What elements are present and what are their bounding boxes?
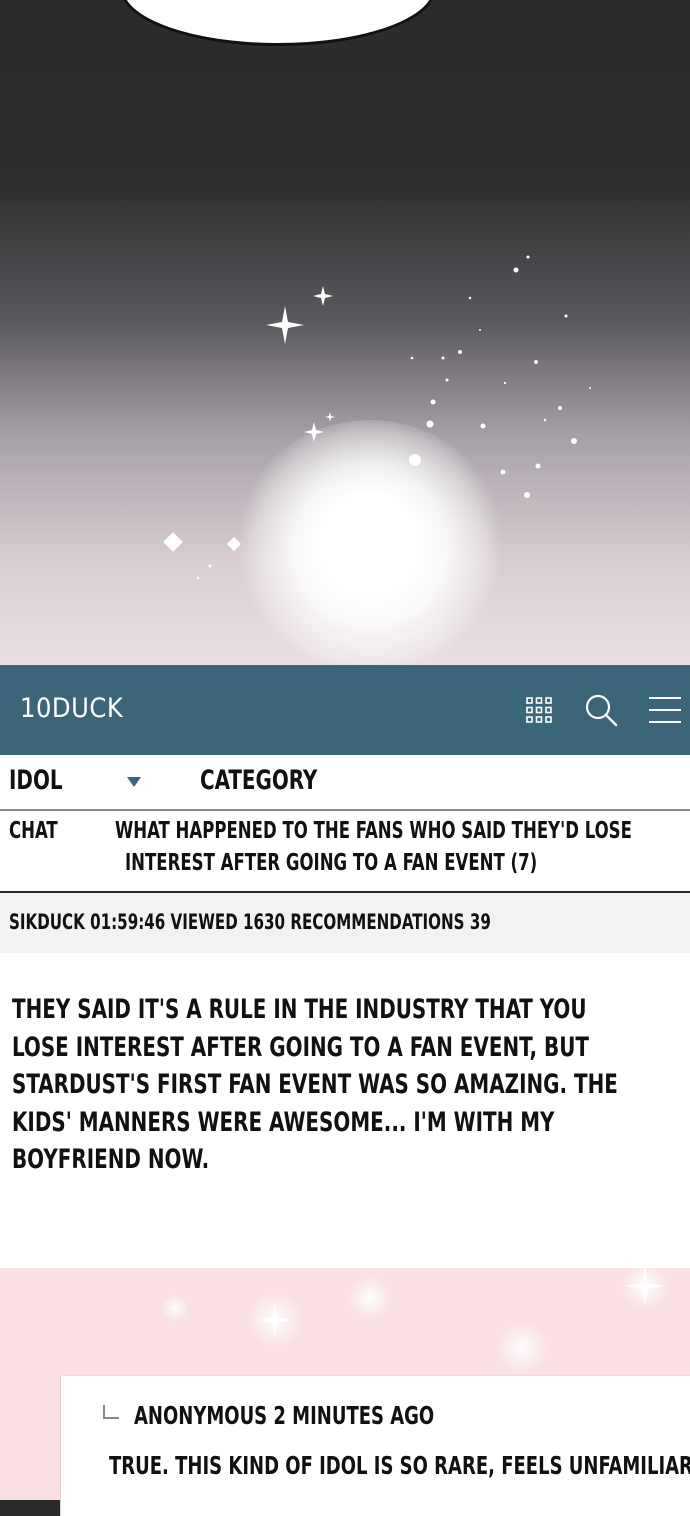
post-body: THEY SAID IT'S A RULE IN THE INDUSTRY TH…: [0, 953, 690, 1268]
category-label[interactable]: CATEGORY: [200, 765, 317, 796]
background-illustration: [0, 0, 690, 665]
post-body-line: LOSE INTEREST AFTER GOING TO A FAN EVENT…: [12, 1031, 589, 1063]
reply-arrow-icon: [103, 1405, 119, 1419]
comment-author: ANONYMOUS 2 MINUTES AGO: [134, 1401, 435, 1430]
board-selector-row: IDOL CATEGORY: [0, 755, 690, 811]
board-name[interactable]: IDOL: [9, 765, 63, 796]
post-body-line: BOYFRIEND NOW.: [12, 1144, 210, 1175]
post-header: CHAT WHAT HAPPENED TO THE FANS WHO SAID …: [0, 811, 690, 891]
chevron-down-icon[interactable]: [127, 777, 141, 787]
post-title-line-1: WHAT HAPPENED TO THE FANS WHO SAID THEY'…: [115, 818, 632, 844]
post-body-line: STARDUST'S FIRST FAN EVENT WAS SO AMAZIN…: [12, 1069, 618, 1100]
post-body-line: KIDS' MANNERS WERE AWESOME... I'M WITH M…: [12, 1106, 555, 1138]
post-tag: CHAT: [9, 818, 58, 844]
post-meta-row: SIKDUCK 01:59:46 VIEWED 1630 RECOMMENDAT…: [0, 893, 690, 953]
post-body-line: THEY SAID IT'S A RULE IN THE INDUSTRY TH…: [12, 994, 587, 1025]
menu-icon[interactable]: [645, 690, 685, 730]
post-body-text: THEY SAID IT'S A RULE IN THE INDUSTRY TH…: [12, 991, 668, 1179]
comment-text: TRUE. THIS KIND OF IDOL IS SO RARE, FEEL…: [109, 1451, 690, 1480]
app-logo[interactable]: 10DUCK: [20, 693, 123, 724]
post-title-line-2: INTEREST AFTER GOING TO A FAN EVENT (7): [125, 850, 538, 876]
post-meta: SIKDUCK 01:59:46 VIEWED 1630 RECOMMENDAT…: [9, 910, 491, 934]
search-icon[interactable]: [581, 690, 621, 730]
app-header: 10DUCK: [0, 665, 690, 755]
sparkles: [163, 255, 591, 580]
comment-card: ANONYMOUS 2 MINUTES AGO TRUE. THIS KIND …: [60, 1375, 690, 1516]
grid-icon[interactable]: [519, 690, 559, 730]
